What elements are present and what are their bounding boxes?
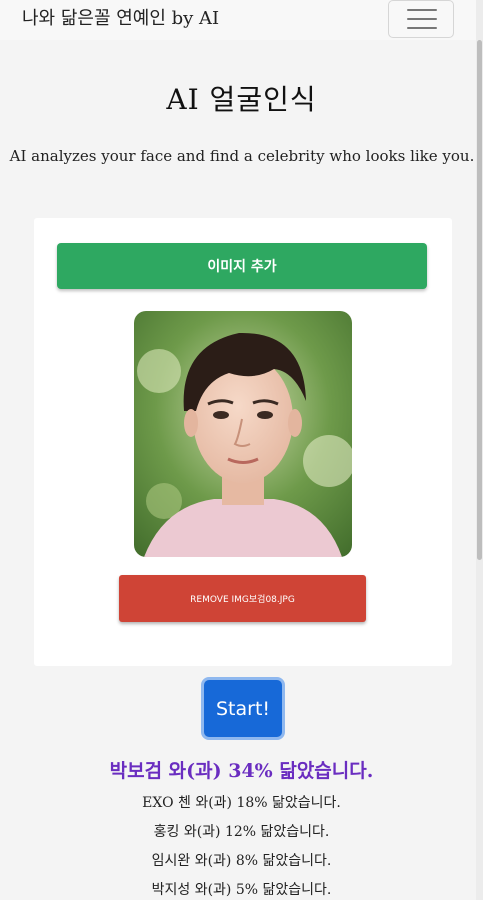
match-result-5: 박지성 와(과) 5% 닮았습니다. xyxy=(151,882,332,898)
page-title: AI 얼굴인식 xyxy=(166,83,317,116)
navbar: 나와 닮은꼴 연예인 by AI xyxy=(0,0,483,40)
match-result-3: 홍킹 와(과) 12% 닮았습니다. xyxy=(153,824,330,840)
page-subtitle: AI analyzes your face and find a celebri… xyxy=(9,147,475,165)
add-image-button[interactable]: 이미지 추가 xyxy=(57,243,427,289)
hamburger-icon-line xyxy=(407,18,437,20)
remove-image-button[interactable]: REMOVE IMG보검08.JPG xyxy=(119,575,366,622)
navbar-brand[interactable]: 나와 닮은꼴 연예인 by AI xyxy=(22,4,219,30)
match-result-4: 임시완 와(과) 8% 닮았습니다. xyxy=(151,853,332,869)
top-match-result: 박보검 와(과) 34% 닮았습니다. xyxy=(109,760,374,782)
match-result-2: EXO 첸 와(과) 18% 닮았습니다. xyxy=(142,795,341,811)
uploaded-face-image xyxy=(134,311,352,557)
hamburger-menu-button[interactable] xyxy=(388,0,454,38)
start-button[interactable]: Start! xyxy=(201,677,285,740)
scrollbar-thumb[interactable] xyxy=(477,40,482,560)
hamburger-icon xyxy=(407,9,437,11)
hamburger-icon-line xyxy=(407,27,437,29)
